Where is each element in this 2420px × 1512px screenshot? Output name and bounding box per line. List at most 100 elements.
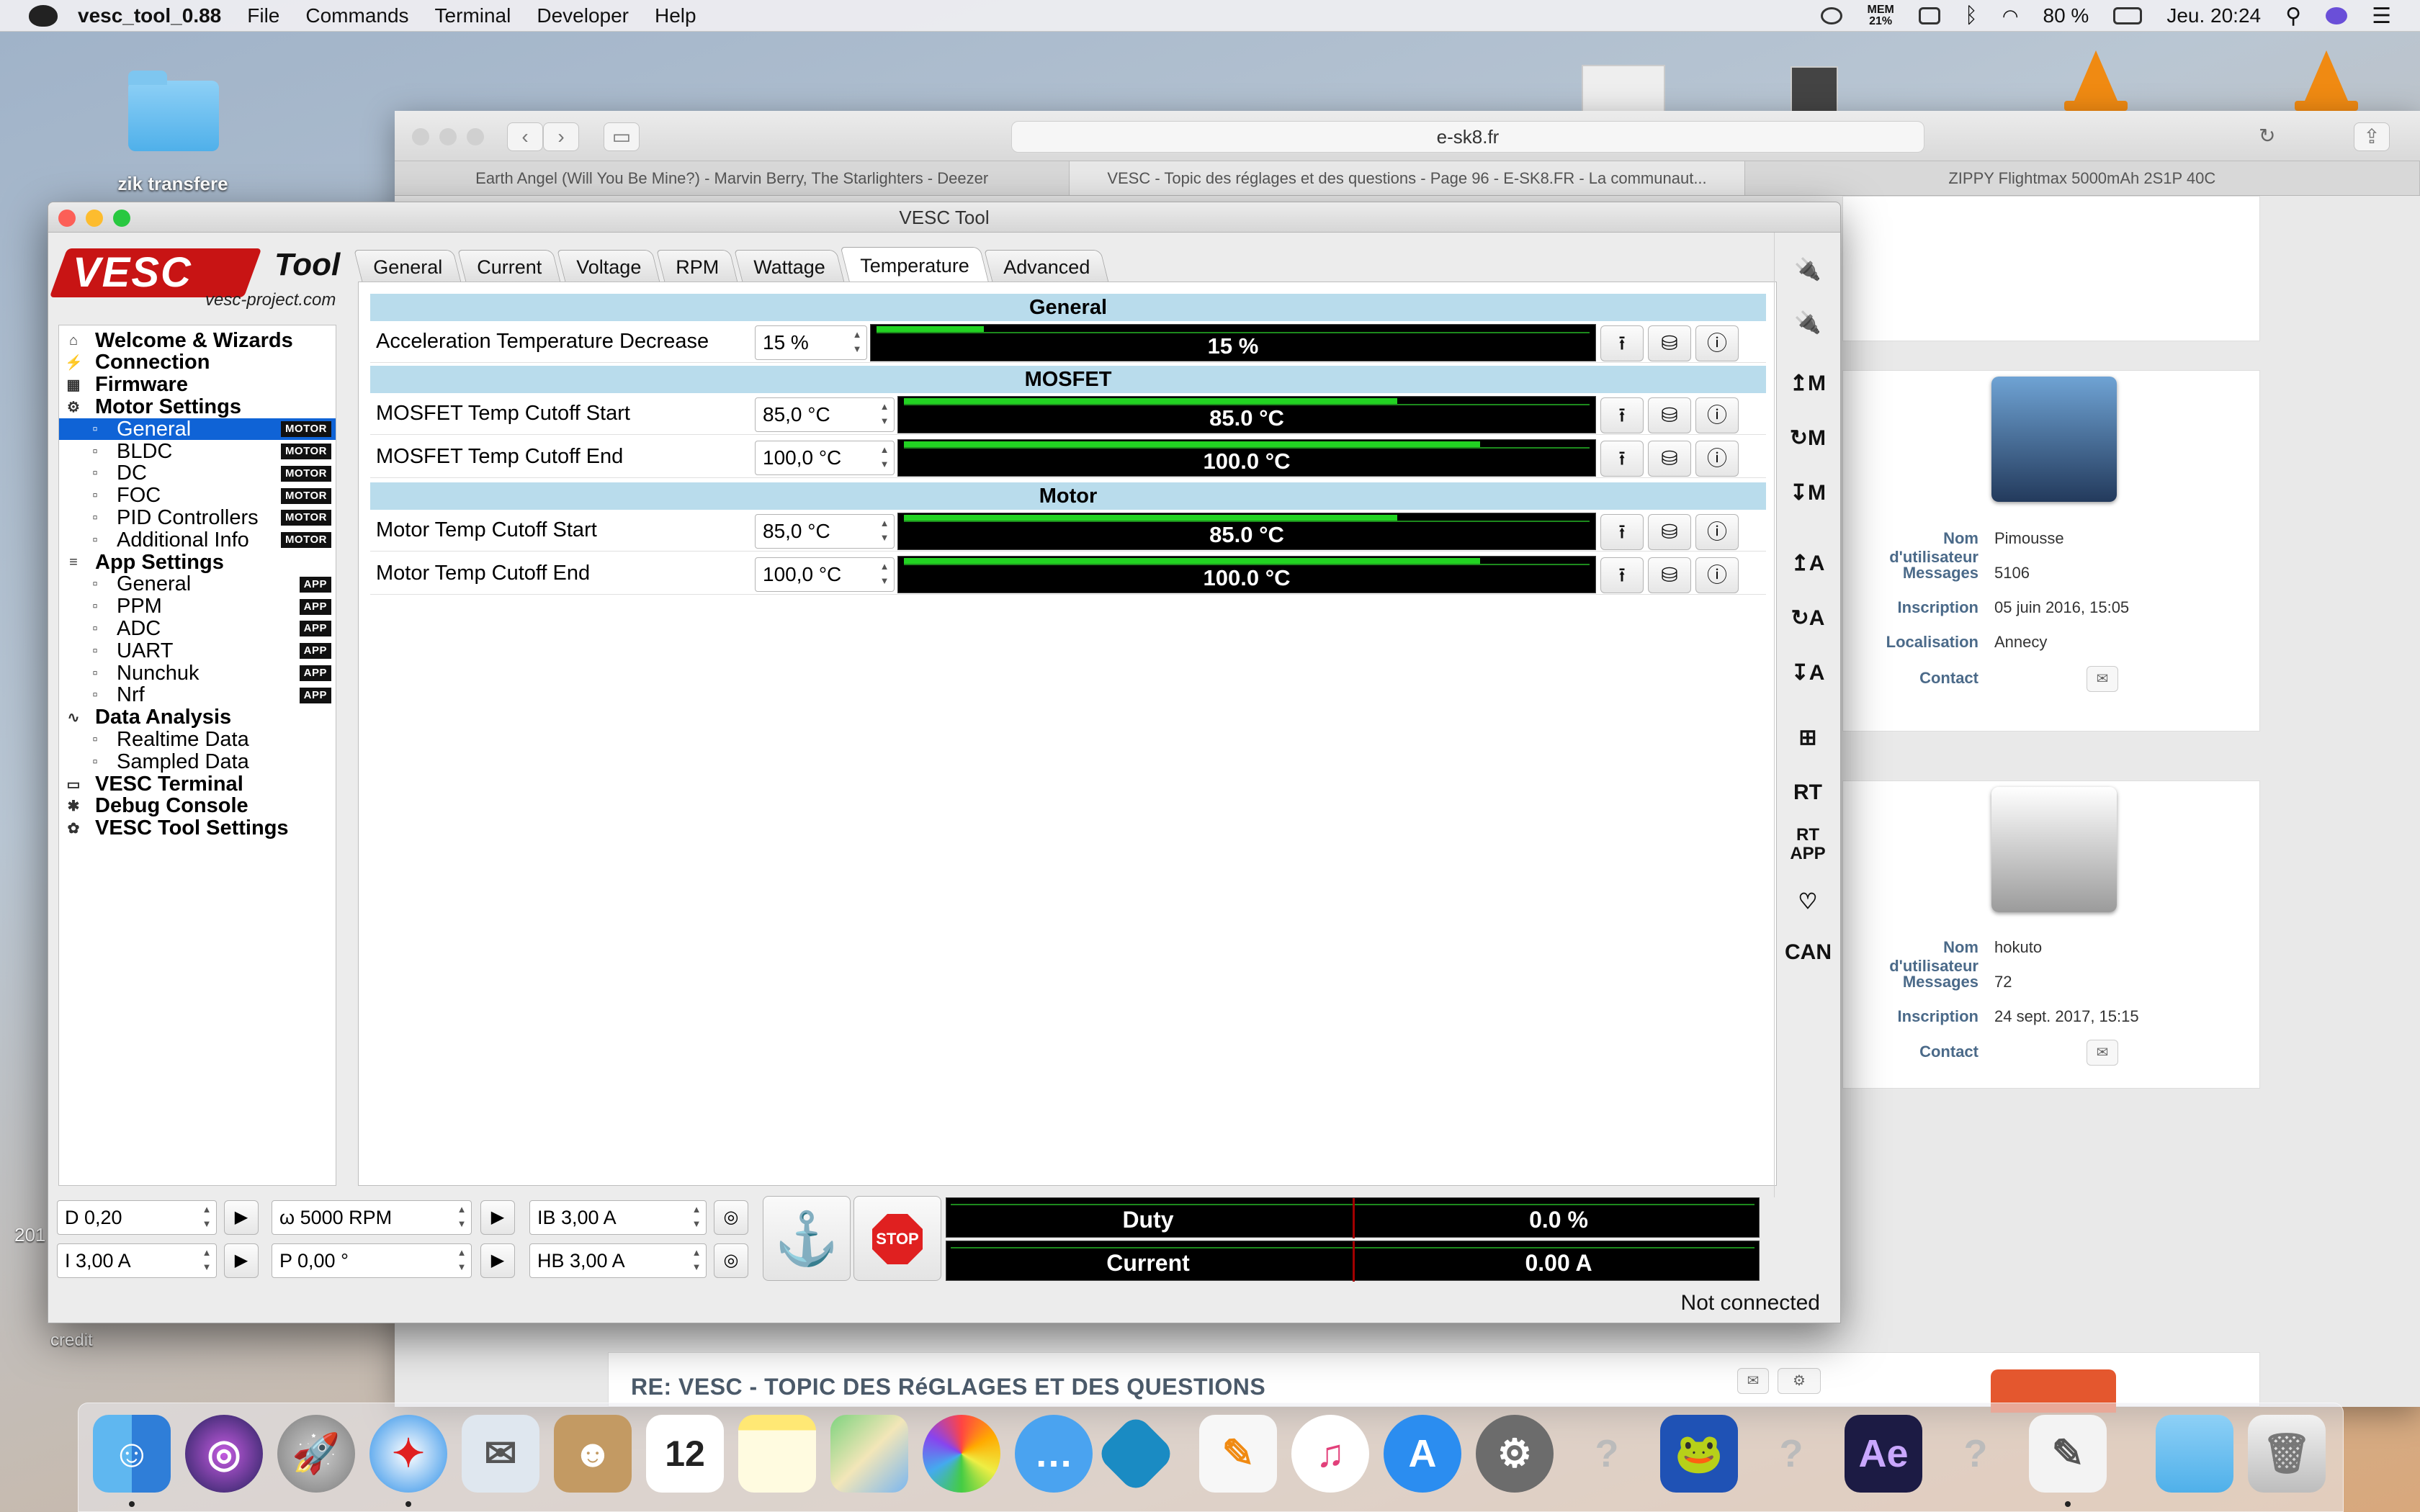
spin-arrows-icon[interactable]: ▲ ▼	[199, 1202, 215, 1233]
tree-item-uart[interactable]: ▫ UART APP	[59, 639, 336, 662]
mail-icon[interactable]: ✉	[462, 1415, 539, 1493]
back-button[interactable]: ‹	[507, 122, 543, 151]
contact-message-icon[interactable]: ✉	[2087, 666, 2118, 692]
help-icon[interactable]: ⓘ	[1695, 325, 1739, 361]
vlc-file-icon[interactable]	[2064, 50, 2128, 111]
avatar-hokuto[interactable]	[1991, 787, 2117, 912]
memory-indicator[interactable]: MEM 21%	[1867, 4, 1894, 27]
messages-icon[interactable]: …	[1015, 1415, 1093, 1493]
finder-icon[interactable]: ☺	[93, 1415, 171, 1493]
spin-arrows-icon[interactable]: ▲ ▼	[877, 400, 892, 430]
motor-end-spinbox[interactable]: 100,0 °C ▲ ▼	[755, 557, 895, 592]
brake-current-input[interactable]: IB 3,00 A ▲ ▼	[529, 1200, 707, 1235]
duty-input[interactable]: D 0,20 ▲ ▼	[57, 1200, 217, 1235]
tree-item-connection[interactable]: ⚡ Connection	[59, 351, 336, 374]
menu-help[interactable]: Help	[655, 4, 696, 27]
tab-advanced[interactable]: Advanced	[984, 250, 1110, 283]
position-input[interactable]: P 0,00 ° ▲ ▼	[272, 1243, 472, 1278]
stop-button[interactable]: STOP	[853, 1196, 941, 1281]
desktop-folder-label[interactable]: zik transfere	[108, 173, 238, 195]
tree-item-motor-settings[interactable]: ⚙ Motor Settings	[59, 395, 336, 418]
tree-item-ppm[interactable]: ▫ PPM APP	[59, 595, 336, 618]
vesc-zoom-button[interactable]	[113, 210, 130, 227]
vlc-file-icon-2[interactable]	[2295, 50, 2358, 111]
safari-icon[interactable]: ✦	[369, 1415, 447, 1493]
desktop-photo-thumb[interactable]	[1791, 66, 1838, 112]
tab-current[interactable]: Current	[457, 250, 561, 283]
disconnect-icon[interactable]: 🔌	[1785, 302, 1831, 345]
upload-default-icon[interactable]: ⭱	[1600, 514, 1644, 550]
rt-app-icon[interactable]: RT APP	[1785, 826, 1831, 869]
tree-item-debug-console[interactable]: ✱ Debug Console	[59, 794, 336, 817]
handbrake-apply-icon[interactable]: ◎	[714, 1243, 748, 1278]
rt-data-icon[interactable]: RT	[1785, 771, 1831, 814]
mosfet-end-spinbox[interactable]: 100,0 °C ▲ ▼	[755, 441, 895, 475]
spin-arrows-icon[interactable]: ▲ ▼	[689, 1202, 704, 1233]
tree-item-sampled-data[interactable]: ▫ Sampled Data	[59, 750, 336, 773]
notification-center-icon[interactable]: ☰	[2372, 4, 2391, 29]
post-options-icon[interactable]: ⚙	[1778, 1368, 1821, 1394]
username-value[interactable]: Pimousse	[1994, 529, 2064, 567]
battery-percent[interactable]: 80 %	[2043, 4, 2089, 27]
siri-icon[interactable]	[2326, 7, 2348, 24]
avatar-pimousse[interactable]	[1991, 377, 2117, 502]
tab-wattage[interactable]: Wattage	[734, 250, 845, 283]
notes-icon[interactable]	[738, 1415, 816, 1493]
brake-apply-icon[interactable]: ◎	[714, 1200, 748, 1235]
calendar-icon[interactable]: 12	[646, 1415, 724, 1493]
tab-deezer[interactable]: Earth Angel (Will You Be Mine?) - Marvin…	[395, 161, 1070, 195]
spin-arrows-icon[interactable]: ▲ ▼	[877, 516, 892, 546]
tree-item-bldc[interactable]: ▫ BLDC MOTOR	[59, 440, 336, 463]
connect-icon[interactable]: 🔌	[1785, 248, 1831, 292]
tree-item-welcome-wizards[interactable]: ⌂ Welcome & Wizards	[59, 329, 336, 352]
safari-zoom-button[interactable]	[467, 128, 484, 145]
anchor-button[interactable]: ⚓	[763, 1196, 851, 1281]
tree-item-foc[interactable]: ▫ FOC MOTOR	[59, 484, 336, 507]
tree-item-vesc-tool-settings[interactable]: ✿ VESC Tool Settings	[59, 816, 336, 840]
upload-default-icon[interactable]: ⭱	[1600, 441, 1644, 477]
spotlight-search-icon[interactable]: ⚲	[2285, 4, 2301, 29]
clock[interactable]: Jeu. 20:24	[2166, 4, 2261, 27]
forward-button[interactable]: ›	[543, 122, 579, 151]
desktop-credit-label[interactable]: credit	[50, 1331, 93, 1351]
tree-item-vesc-terminal[interactable]: ▭ VESC Terminal	[59, 773, 336, 796]
app-store-icon[interactable]: A	[1384, 1415, 1461, 1493]
duty-play-icon[interactable]: ▶	[224, 1200, 259, 1235]
help-icon[interactable]: ⓘ	[1695, 514, 1739, 550]
safari-close-button[interactable]	[412, 128, 429, 145]
tree-item-app-settings[interactable]: ≡ App Settings	[59, 551, 336, 574]
pages-icon[interactable]: ✎	[1199, 1415, 1277, 1493]
tree-item-general[interactable]: ▫ General MOTOR	[59, 418, 336, 441]
menu-terminal[interactable]: Terminal	[435, 4, 511, 27]
can-forward-icon[interactable]: CAN	[1785, 931, 1832, 974]
tree-item-data-analysis[interactable]: ∿ Data Analysis	[59, 706, 336, 729]
unknown-app-icon-2[interactable]: ?	[1752, 1415, 1830, 1493]
desktop-screenshot-thumb[interactable]	[1582, 65, 1665, 112]
share-icon[interactable]: ⇪	[2354, 122, 2390, 151]
wifi-icon[interactable]: ◠	[2002, 5, 2019, 27]
tab-zippy[interactable]: ZIPPY Flightmax 5000mAh 2S1P 40C	[1745, 161, 2420, 195]
post-title[interactable]: RE: VESC - TOPIC DES RéGLAGES ET DES QUE…	[631, 1374, 1265, 1400]
menu-file[interactable]: File	[247, 4, 279, 27]
tree-item-additional-info[interactable]: ▫ Additional Info MOTOR	[59, 528, 336, 552]
tab-vesc-topic[interactable]: VESC - Topic des réglages et des questio…	[1070, 161, 1745, 195]
tree-item-firmware[interactable]: ▦ Firmware	[59, 373, 336, 396]
accel-temp-decrease-spinbox[interactable]: 15 % ▲ ▼	[755, 325, 867, 360]
unknown-app-icon[interactable]: ?	[1568, 1415, 1646, 1493]
cloud-icon[interactable]	[1821, 7, 1843, 24]
mosfet-start-spinbox[interactable]: 85,0 °C ▲ ▼	[755, 397, 895, 432]
tree-item-pid-controllers[interactable]: ▫ PID Controllers MOTOR	[59, 506, 336, 529]
read-motor-config-icon[interactable]: ↻M	[1785, 417, 1831, 460]
photos-icon[interactable]	[923, 1415, 1000, 1493]
tree-item-nrf[interactable]: ▫ Nrf APP	[59, 683, 336, 706]
itunes-icon[interactable]: ♫	[1291, 1415, 1369, 1493]
siri-icon[interactable]: ◎	[185, 1415, 263, 1493]
after-effects-icon[interactable]: Ae	[1845, 1415, 1922, 1493]
read-default-icon[interactable]: ⛁	[1648, 325, 1691, 361]
help-icon[interactable]: ⓘ	[1695, 397, 1739, 433]
bluetooth-icon[interactable]: ᛒ	[1965, 4, 1978, 28]
vesc-tool-dock-icon[interactable]: 🐸	[1660, 1415, 1738, 1493]
vesc-minimize-button[interactable]	[86, 210, 103, 227]
rpm-input[interactable]: ω 5000 RPM ▲ ▼	[272, 1200, 472, 1235]
contacts-icon[interactable]: ☻	[554, 1415, 632, 1493]
